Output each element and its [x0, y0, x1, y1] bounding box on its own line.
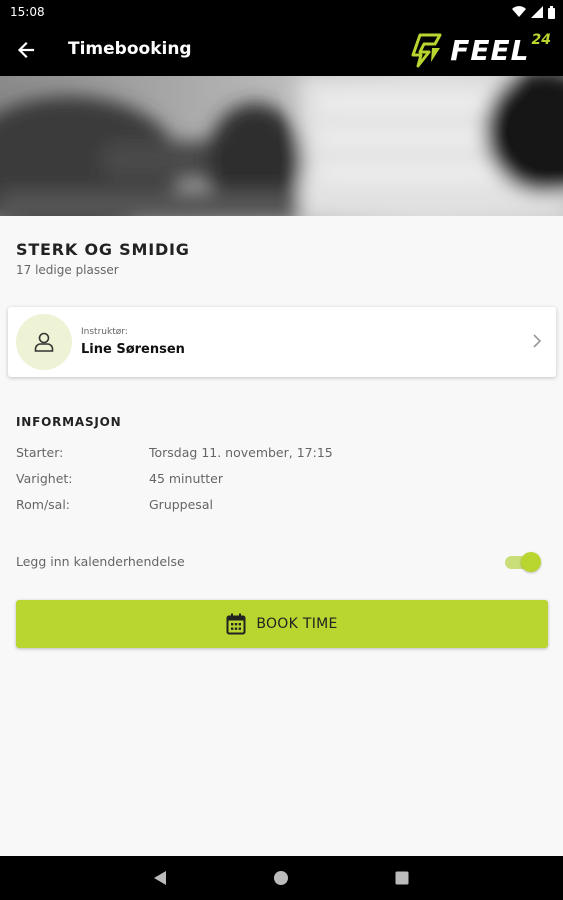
- book-time-button[interactable]: BOOK TIME: [16, 600, 548, 648]
- back-button[interactable]: [12, 36, 40, 64]
- instructor-name: Line Sørensen: [81, 342, 185, 357]
- person-icon: [34, 332, 54, 352]
- nav-back-button[interactable]: [150, 868, 170, 888]
- home-circle-icon: [274, 871, 288, 885]
- instructor-avatar: [16, 314, 72, 370]
- info-row-duration: Varighet: 45 minutter: [16, 471, 536, 489]
- recents-square-icon: [395, 871, 409, 885]
- chevron-right-icon: [533, 334, 542, 348]
- calendar-icon: [226, 613, 246, 635]
- logo-superscript: 24: [531, 32, 551, 48]
- class-hero-image: [0, 76, 563, 216]
- system-nav-bar: [0, 856, 563, 900]
- status-bar: 15:08: [0, 0, 563, 24]
- logo-text: FEEL: [450, 33, 530, 67]
- nav-recents-button[interactable]: [392, 868, 412, 888]
- back-triangle-icon: [154, 871, 166, 885]
- info-value: 45 minutter: [149, 471, 224, 486]
- signal-icon: [531, 6, 543, 18]
- nav-home-button[interactable]: [271, 868, 291, 888]
- info-key: Varighet:: [16, 471, 73, 486]
- calendar-event-toggle[interactable]: [505, 551, 541, 573]
- available-spots: 17 ledige plasser: [16, 263, 119, 277]
- wifi-icon: [512, 6, 526, 18]
- page-title: Timebooking: [68, 39, 192, 59]
- info-key: Starter:: [16, 445, 64, 460]
- info-value: Torsdag 11. november, 17:15: [149, 445, 333, 460]
- lightning-logo-icon: [411, 33, 442, 68]
- info-row-start: Starter: Torsdag 11. november, 17:15: [16, 445, 536, 463]
- status-time: 15:08: [10, 5, 45, 19]
- status-icons: [512, 5, 555, 19]
- info-value: Gruppesal: [149, 497, 213, 512]
- info-heading: INFORMASJON: [16, 415, 122, 429]
- info-row-room: Rom/sal: Gruppesal: [16, 497, 536, 515]
- app-bar: Timebooking FEEL 24: [0, 24, 563, 76]
- battery-icon: [548, 5, 555, 19]
- instructor-label: Instruktør:: [81, 327, 128, 337]
- info-key: Rom/sal:: [16, 497, 71, 512]
- book-time-label: BOOK TIME: [256, 616, 338, 632]
- class-title: STERK OG SMIDIG: [16, 240, 190, 259]
- instructor-card[interactable]: Instruktør: Line Sørensen: [8, 307, 556, 377]
- toggle-thumb: [521, 552, 541, 572]
- calendar-event-label: Legg inn kalenderhendelse: [16, 554, 185, 569]
- arrow-left-icon: [17, 41, 35, 59]
- brand-logo: FEEL 24: [410, 30, 551, 70]
